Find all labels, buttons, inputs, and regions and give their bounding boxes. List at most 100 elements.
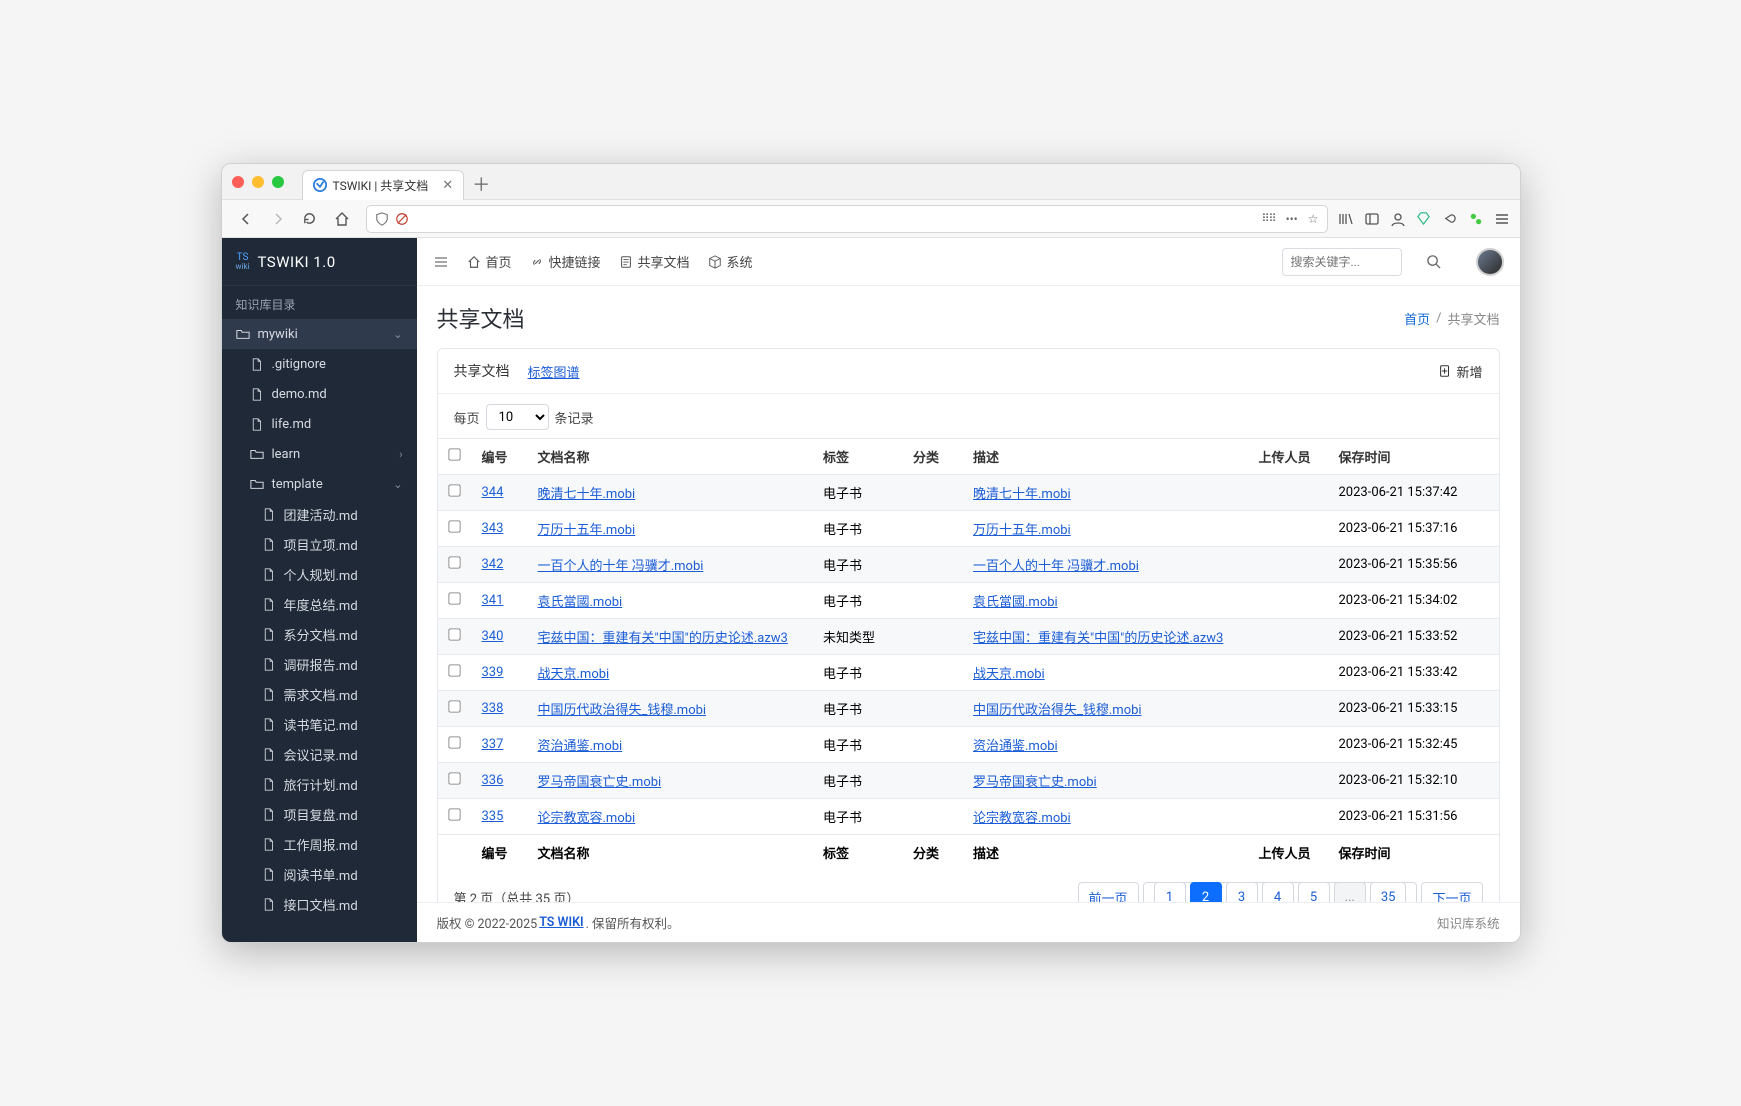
pager-page[interactable]: 3 (1226, 882, 1258, 902)
th-uploader[interactable]: 上传人员 (1249, 439, 1329, 475)
tree-file[interactable]: demo.md (222, 379, 417, 409)
back-button[interactable] (232, 205, 260, 233)
row-checkbox[interactable] (448, 556, 460, 568)
tree-file[interactable]: 团建活动.md (222, 499, 417, 529)
search-input[interactable] (1282, 248, 1402, 276)
tree-file[interactable]: 年度总结.md (222, 589, 417, 619)
row-id-link[interactable]: 341 (482, 593, 504, 608)
new-doc-button[interactable]: 新增 (1438, 362, 1482, 381)
browser-tab[interactable]: TSWIKI | 共享文档 ✕ (302, 170, 465, 200)
account-icon[interactable] (1390, 211, 1406, 227)
row-desc-link[interactable]: 论宗教宽容.mobi (973, 811, 1071, 826)
row-checkbox[interactable] (448, 772, 460, 784)
row-name-link[interactable]: 晚清七十年.mobi (538, 487, 636, 502)
logo[interactable]: TS wiki TSWIKI 1.0 (222, 238, 417, 286)
close-window-icon[interactable] (232, 176, 244, 188)
qr-icon[interactable]: ⠿⠿ (1261, 212, 1275, 225)
row-id-link[interactable]: 335 (482, 809, 504, 824)
tree-file[interactable]: 读书笔记.md (222, 709, 417, 739)
row-checkbox[interactable] (448, 736, 460, 748)
nav-quicklinks[interactable]: 快捷链接 (530, 252, 601, 271)
tree-file[interactable]: 阅读书单.md (222, 859, 417, 889)
menu-hamburger-icon[interactable] (1494, 211, 1510, 227)
row-desc-link[interactable]: 资治通鉴.mobi (973, 739, 1058, 754)
row-checkbox[interactable] (448, 628, 460, 640)
row-checkbox[interactable] (448, 484, 460, 496)
reload-button[interactable] (296, 205, 324, 233)
row-desc-link[interactable]: 战天京.mobi (973, 667, 1045, 682)
select-all-checkbox[interactable] (448, 448, 460, 460)
row-name-link[interactable]: 一百个人的十年 冯骥才.mobi (538, 559, 704, 574)
row-id-link[interactable]: 339 (482, 665, 504, 680)
pager-prev[interactable]: 前一页 (1078, 882, 1139, 902)
sidebar-toggle-icon[interactable] (1364, 211, 1380, 227)
row-name-link[interactable]: 论宗教宽容.mobi (538, 811, 636, 826)
row-id-link[interactable]: 340 (482, 629, 504, 644)
tree-folder-template[interactable]: template ⌄ (222, 469, 417, 499)
tree-file[interactable]: 个人规划.md (222, 559, 417, 589)
row-name-link[interactable]: 宅兹中国：重建有关"中国"的历史论述.azw3 (538, 631, 788, 646)
row-desc-link[interactable]: 中国历代政治得失_钱穆.mobi (973, 703, 1142, 718)
url-field[interactable]: ⠿⠿ ••• ☆ (366, 205, 1328, 233)
new-tab-button[interactable]: ＋ (472, 171, 490, 197)
row-checkbox[interactable] (448, 808, 460, 820)
user-avatar[interactable] (1476, 248, 1504, 276)
row-id-link[interactable]: 337 (482, 737, 504, 752)
pager-page[interactable]: 5 (1298, 882, 1330, 902)
forward-button[interactable] (264, 205, 292, 233)
nav-system[interactable]: 系统 (708, 252, 753, 271)
search-button[interactable] (1420, 248, 1448, 276)
row-checkbox[interactable] (448, 520, 460, 532)
menu-collapse-icon[interactable] (433, 254, 449, 270)
nav-share-docs[interactable]: 共享文档 (619, 252, 690, 271)
th-cat[interactable]: 分类 (903, 439, 963, 475)
th-name[interactable]: 文档名称 (528, 439, 814, 475)
home-button[interactable] (328, 205, 356, 233)
bookmark-star-icon[interactable]: ☆ (1308, 212, 1319, 226)
tree-file[interactable]: 会议记录.md (222, 739, 417, 769)
tree-file[interactable]: 旅行计划.md (222, 769, 417, 799)
row-desc-link[interactable]: 一百个人的十年 冯骥才.mobi (973, 559, 1139, 574)
tree-file[interactable]: 需求文档.md (222, 679, 417, 709)
row-id-link[interactable]: 344 (482, 485, 504, 500)
row-name-link[interactable]: 袁氏當國.mobi (538, 595, 623, 610)
th-id[interactable]: 编号 (472, 439, 528, 475)
row-desc-link[interactable]: 罗马帝国衰亡史.mobi (973, 775, 1097, 790)
row-name-link[interactable]: 中国历代政治得失_钱穆.mobi (538, 703, 707, 718)
footer-brand-link[interactable]: TS WIKI (539, 915, 583, 930)
tree-file[interactable]: life.md (222, 409, 417, 439)
row-desc-link[interactable]: 袁氏當國.mobi (973, 595, 1058, 610)
breadcrumb-home[interactable]: 首页 (1404, 309, 1430, 328)
pager-page[interactable]: 1 (1154, 882, 1186, 902)
pager-page[interactable]: 35 (1370, 882, 1407, 902)
pager-page[interactable]: 2 (1190, 882, 1222, 902)
row-desc-link[interactable]: 晚清七十年.mobi (973, 487, 1071, 502)
tree-file[interactable]: 系分文档.md (222, 619, 417, 649)
pager-next[interactable]: 下一页 (1421, 882, 1482, 902)
tree-folder-learn[interactable]: learn › (222, 439, 417, 469)
tree-file[interactable]: 接口文档.md (222, 889, 417, 919)
row-name-link[interactable]: 罗马帝国衰亡史.mobi (538, 775, 662, 790)
tab-close-icon[interactable]: ✕ (442, 178, 453, 193)
th-desc[interactable]: 描述 (963, 439, 1249, 475)
more-icon[interactable]: ••• (1286, 212, 1298, 226)
per-page-select[interactable]: 10 (486, 404, 549, 430)
extension-icon-3[interactable] (1468, 211, 1484, 227)
row-desc-link[interactable]: 万历十五年.mobi (973, 523, 1071, 538)
row-id-link[interactable]: 336 (482, 773, 504, 788)
tag-graph-link[interactable]: 标签图谱 (528, 362, 580, 381)
row-checkbox[interactable] (448, 592, 460, 604)
extension-icon-1[interactable] (1416, 211, 1432, 227)
minimize-window-icon[interactable] (252, 176, 264, 188)
th-tag[interactable]: 标签 (813, 439, 903, 475)
row-id-link[interactable]: 342 (482, 557, 504, 572)
row-id-link[interactable]: 343 (482, 521, 504, 536)
row-name-link[interactable]: 战天京.mobi (538, 667, 610, 682)
row-name-link[interactable]: 资治通鉴.mobi (538, 739, 623, 754)
pager-page[interactable]: 4 (1262, 882, 1294, 902)
nav-home[interactable]: 首页 (467, 252, 512, 271)
tree-file[interactable]: .gitignore (222, 349, 417, 379)
maximize-window-icon[interactable] (272, 176, 284, 188)
th-time[interactable]: 保存时间 (1329, 439, 1499, 475)
row-name-link[interactable]: 万历十五年.mobi (538, 523, 636, 538)
